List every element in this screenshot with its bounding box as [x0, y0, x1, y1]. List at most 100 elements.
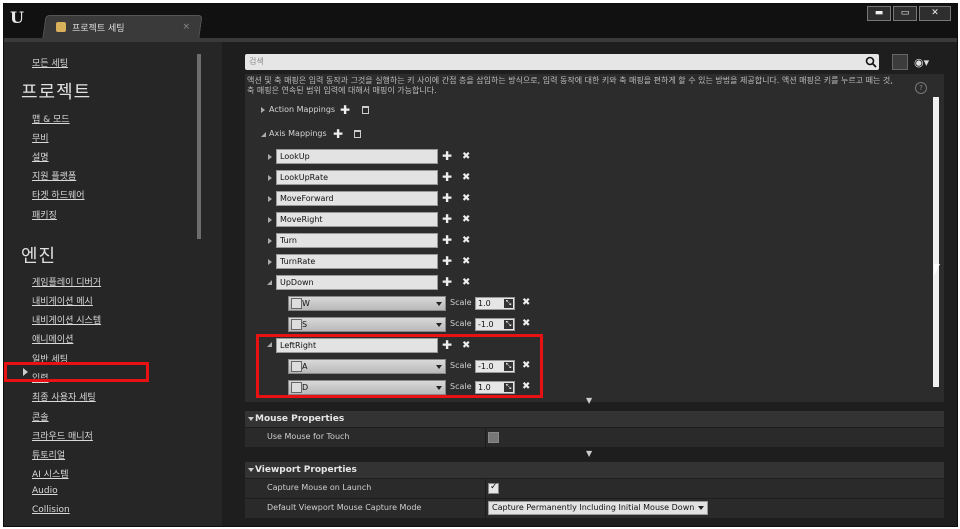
axis-name-updown[interactable]: UpDown — [276, 275, 438, 290]
sidebar-item-supported-platforms[interactable]: 지원 플랫폼 — [32, 169, 76, 182]
title-bar: U 프로젝트 세팅 × ▬ ▭ ✕ — [4, 4, 957, 38]
main-scrollbar[interactable] — [933, 97, 939, 387]
section-title: Viewport Properties — [255, 465, 357, 475]
scale-spinner-icon[interactable]: ⤡ — [504, 299, 513, 308]
expand-turn-icon[interactable] — [268, 238, 272, 244]
close-button[interactable]: ✕ — [919, 6, 951, 21]
sidebar-scrollbar[interactable] — [197, 54, 201, 239]
sidebar-item-target-hardware[interactable]: 타겟 하드웨어 — [32, 188, 85, 201]
column-divider — [485, 499, 486, 518]
sidebar-item-packaging[interactable]: 패키징 — [32, 208, 57, 221]
add-key-moveforward-button[interactable]: ✚ — [442, 192, 452, 204]
add-key-updown-button[interactable]: ✚ — [442, 276, 452, 288]
remove-turnrate-button[interactable]: ✖ — [462, 257, 470, 267]
highlight-box-leftright — [256, 334, 543, 398]
collapse-updown-icon[interactable] — [267, 280, 272, 285]
expand-more-icon[interactable]: ▼ — [586, 396, 592, 405]
sidebar-item-collision[interactable]: Collision — [32, 505, 70, 515]
expand-action-mappings-icon[interactable] — [261, 107, 265, 113]
row-use-mouse-for-touch: Use Mouse for Touch — [245, 428, 944, 448]
capture-mode-dropdown[interactable]: Capture Permanently Including Initial Mo… — [488, 501, 708, 515]
collapse-axis-mappings-icon[interactable] — [261, 132, 266, 137]
scale-input-s[interactable]: -1.0 ⤡ — [475, 318, 515, 331]
sidebar-item-description[interactable]: 설명 — [32, 150, 49, 163]
sidebar-item-crowd-manager[interactable]: 크라우드 매니저 — [32, 429, 93, 442]
search-placeholder: 검색 — [249, 57, 264, 66]
eye-icon[interactable]: ◉▾ — [914, 56, 929, 69]
remove-lookup-button[interactable]: ✖ — [462, 152, 470, 162]
sidebar-item-maps-modes[interactable]: 맵 & 모드 — [32, 112, 70, 125]
delete-axis-mappings-icon[interactable] — [354, 130, 361, 138]
remove-key-s-button[interactable]: ✖ — [522, 319, 530, 329]
search-input[interactable]: 검색 — [245, 54, 879, 70]
section-title: Mouse Properties — [255, 414, 345, 424]
scale-value: 1.0 — [478, 299, 491, 308]
remove-updown-button[interactable]: ✖ — [462, 278, 470, 288]
capture-mouse-on-launch-checkbox[interactable] — [488, 482, 499, 494]
axis-name-moveright[interactable]: MoveRight — [276, 212, 438, 227]
tab-project-settings[interactable]: 프로젝트 세팅 × — [50, 17, 198, 37]
maximize-button[interactable]: ▭ — [893, 6, 917, 21]
expand-more-icon[interactable]: ▼ — [586, 449, 592, 458]
scale-input-w[interactable]: 1.0 ⤡ — [475, 297, 515, 310]
sidebar-section-engine: 엔진 — [21, 246, 57, 267]
sidebar-item-navigation-system[interactable]: 내비게이션 시스템 — [32, 313, 101, 326]
remove-lookuprate-button[interactable]: ✖ — [462, 173, 470, 183]
add-key-turn-button[interactable]: ✚ — [442, 234, 452, 246]
add-key-lookuprate-button[interactable]: ✚ — [442, 171, 452, 183]
dropdown-arrow-icon — [436, 323, 442, 327]
sidebar-item-navigation-mesh[interactable]: 내비게이션 메시 — [32, 294, 93, 307]
search-icon[interactable] — [865, 56, 877, 68]
mouse-cursor-icon — [934, 264, 940, 276]
dropdown-value: Capture Permanently Including Initial Mo… — [492, 503, 695, 512]
expand-moveright-icon[interactable] — [268, 217, 272, 223]
key-label: S — [302, 320, 308, 329]
remove-moveright-button[interactable]: ✖ — [462, 215, 470, 225]
expand-moveforward-icon[interactable] — [268, 196, 272, 202]
add-key-moveright-button[interactable]: ✚ — [442, 213, 452, 225]
remove-key-w-button[interactable]: ✖ — [522, 298, 530, 308]
sidebar-item-animation[interactable]: 애니메이션 — [32, 332, 73, 345]
sidebar-item-movies[interactable]: 무비 — [32, 131, 49, 144]
sidebar-item-tutorial[interactable]: 튜토리얼 — [32, 448, 65, 461]
sidebar-item-ai-system[interactable]: AI 시스템 — [32, 467, 69, 480]
key-selector-s[interactable]: S — [288, 317, 446, 332]
expand-lookuprate-icon[interactable] — [268, 175, 272, 181]
axis-name-moveforward[interactable]: MoveForward — [276, 191, 438, 206]
sidebar-item-audio[interactable]: Audio — [32, 486, 58, 496]
editor-window: U 프로젝트 세팅 × ▬ ▭ ✕ 모든 세팅 프로젝트 맵 & 모드 무비 설… — [3, 3, 958, 527]
sidebar-item-gameplay-debugger[interactable]: 게임플레이 디버거 — [32, 275, 101, 288]
axis-name-turnrate[interactable]: TurnRate — [276, 254, 438, 269]
expand-lookup-icon[interactable] — [268, 154, 272, 160]
dropdown-arrow-icon — [698, 506, 704, 510]
grid-view-icon[interactable] — [892, 54, 908, 70]
section-viewport-properties[interactable]: Viewport Properties — [245, 462, 944, 478]
key-selector-w[interactable]: W — [288, 296, 446, 311]
unreal-logo-icon: U — [10, 8, 24, 27]
axis-mappings-label: Axis Mappings — [269, 129, 327, 138]
sidebar-item-console[interactable]: 콘솔 — [32, 410, 49, 423]
add-action-mapping-button[interactable]: ✚ — [340, 104, 350, 116]
remove-moveforward-button[interactable]: ✖ — [462, 194, 470, 204]
prop-label: Default Viewport Mouse Capture Mode — [267, 503, 422, 512]
axis-name-turn[interactable]: Turn — [276, 233, 438, 248]
add-axis-mapping-button[interactable]: ✚ — [333, 128, 343, 140]
section-mouse-properties[interactable]: Mouse Properties — [245, 411, 944, 427]
remove-turn-button[interactable]: ✖ — [462, 236, 470, 246]
sidebar-item-end-user-settings[interactable]: 최종 사용자 세팅 — [32, 390, 96, 403]
collapse-mouse-icon — [248, 417, 254, 421]
axis-name-lookuprate[interactable]: LookUpRate — [276, 170, 438, 185]
delete-action-mappings-icon[interactable] — [362, 106, 369, 114]
scale-spinner-icon[interactable]: ⤡ — [504, 320, 513, 329]
add-key-lookup-button[interactable]: ✚ — [442, 150, 452, 162]
minimize-button[interactable]: ▬ — [867, 6, 891, 21]
dropdown-arrow-icon — [436, 302, 442, 306]
key-label: W — [302, 299, 310, 308]
tab-close-icon[interactable]: × — [182, 22, 190, 32]
axis-name-lookup[interactable]: LookUp — [276, 149, 438, 164]
add-key-turnrate-button[interactable]: ✚ — [442, 255, 452, 267]
help-icon[interactable]: ? — [915, 82, 927, 94]
use-mouse-for-touch-checkbox[interactable] — [488, 432, 499, 443]
sidebar-item-all-settings[interactable]: 모든 세팅 — [32, 56, 68, 69]
expand-turnrate-icon[interactable] — [268, 259, 272, 265]
